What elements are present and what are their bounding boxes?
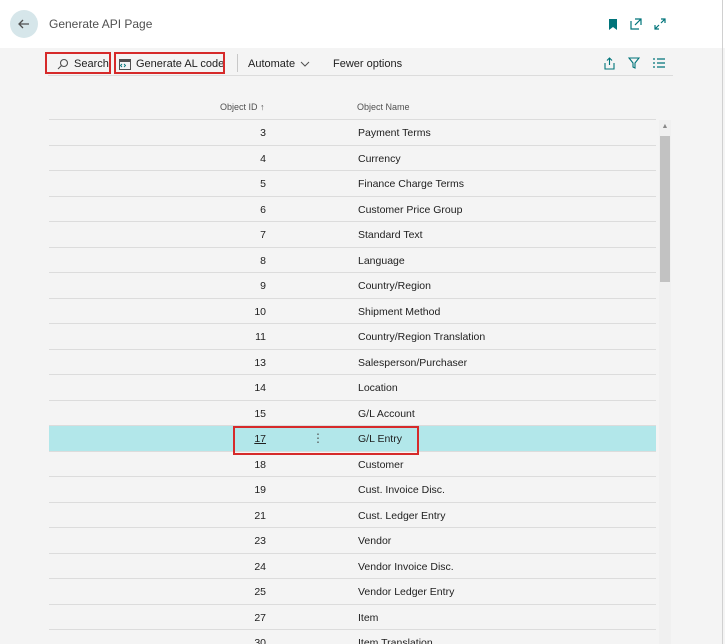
column-header-object-name[interactable]: Object Name — [357, 102, 410, 112]
object-id-cell[interactable]: 3 — [206, 127, 266, 139]
open-new-window-button[interactable] — [628, 16, 644, 32]
object-name-cell: Country/Region — [358, 280, 431, 292]
filter-button[interactable] — [626, 55, 642, 71]
object-name-cell: Cust. Invoice Disc. — [358, 484, 445, 496]
fewer-options-button[interactable]: Fewer options — [333, 53, 402, 75]
object-id-cell[interactable]: 18 — [206, 459, 266, 471]
object-id-cell[interactable]: 23 — [206, 535, 266, 547]
table-row[interactable]: 19⋮Cust. Invoice Disc. — [49, 476, 656, 502]
object-id-cell[interactable]: 15 — [206, 408, 266, 420]
bookmark-icon — [609, 18, 617, 30]
share-icon — [603, 56, 615, 70]
object-id-cell[interactable]: 24 — [206, 561, 266, 573]
action-toolbar: Search Generate AL code Automate Fewer o… — [45, 48, 673, 76]
table-row[interactable]: 14⋮Location — [49, 374, 656, 400]
object-id-cell[interactable]: 6 — [206, 204, 266, 216]
object-name-cell: Location — [358, 382, 398, 394]
automate-label: Automate — [248, 58, 296, 70]
scroll-up-arrow-icon[interactable]: ▲ — [660, 123, 670, 131]
object-id-cell[interactable]: 5 — [206, 178, 266, 190]
highlight-search — [45, 52, 111, 74]
expand-icon — [654, 18, 666, 30]
object-id-cell[interactable]: 30 — [206, 637, 266, 644]
scrollbar-thumb[interactable] — [660, 136, 670, 282]
object-name-cell: Customer Price Group — [358, 203, 463, 216]
object-id-cell[interactable]: 7 — [206, 229, 266, 241]
object-id-cell[interactable]: 4 — [206, 153, 266, 165]
object-id-cell[interactable]: 11 — [206, 331, 266, 343]
table-row[interactable]: 5⋮Finance Charge Terms — [49, 170, 656, 196]
object-id-cell[interactable]: 9 — [206, 280, 266, 292]
table-row[interactable]: 3⋮Payment Terms — [49, 119, 656, 145]
object-id-cell[interactable]: 13 — [206, 357, 266, 369]
window-edge — [722, 0, 723, 644]
table-row[interactable]: 15⋮G/L Account — [49, 399, 656, 426]
table-row[interactable]: 6⋮Customer Price Group — [49, 195, 656, 222]
table-row[interactable]: 25⋮Vendor Ledger Entry — [49, 578, 656, 604]
table-row[interactable]: 21⋮Cust. Ledger Entry — [49, 501, 656, 528]
object-id-cell[interactable]: 27 — [206, 612, 266, 624]
table-row[interactable]: 4⋮Currency — [49, 144, 656, 171]
object-name-cell: Language — [358, 254, 405, 267]
highlight-selected-row — [233, 426, 419, 455]
object-name-cell: Payment Terms — [358, 127, 431, 139]
object-name-cell: Shipment Method — [358, 305, 441, 318]
column-header-object-id[interactable]: Object ID ↑ — [220, 102, 265, 112]
object-name-cell: Vendor Invoice Disc. — [358, 560, 454, 573]
object-name-cell: Standard Text — [358, 229, 423, 241]
page-title: Generate API Page — [49, 17, 153, 31]
open-new-window-icon — [630, 18, 642, 30]
object-name-cell: Vendor — [358, 535, 392, 547]
highlight-generate — [114, 52, 225, 74]
table-row[interactable]: 10⋮Shipment Method — [49, 297, 656, 324]
expand-button[interactable] — [652, 16, 668, 32]
share-button[interactable] — [601, 55, 617, 71]
automate-menu[interactable]: Automate — [248, 53, 310, 75]
list-view-button[interactable] — [651, 55, 667, 71]
toolbar-separator — [237, 54, 238, 72]
object-list: 3⋮Payment Terms4⋮Currency5⋮Finance Charg… — [49, 119, 656, 644]
table-row[interactable]: 11⋮Country/Region Translation — [49, 323, 656, 349]
object-name-cell: Currency — [358, 152, 401, 165]
filter-icon — [628, 57, 640, 69]
object-id-cell[interactable]: 25 — [206, 586, 266, 598]
back-button[interactable] — [10, 10, 38, 38]
back-arrow-icon — [18, 19, 29, 29]
page-header: Generate API Page — [0, 0, 725, 48]
list-view-icon — [653, 58, 665, 68]
bookmark-button[interactable] — [605, 16, 621, 32]
object-id-cell[interactable]: 19 — [206, 484, 266, 496]
object-name-cell: Item — [358, 611, 379, 624]
object-name-cell: Finance Charge Terms — [358, 178, 465, 190]
object-name-cell: Vendor Ledger Entry — [358, 586, 455, 598]
table-row[interactable]: 23⋮Vendor — [49, 527, 656, 553]
table-row[interactable]: 9⋮Country/Region — [49, 272, 656, 298]
object-name-cell: Customer — [358, 458, 404, 471]
table-row[interactable]: 30⋮Item Translation — [49, 629, 656, 644]
object-name-cell: G/L Account — [358, 407, 415, 420]
object-id-cell[interactable]: 21 — [206, 510, 266, 522]
table-row[interactable]: 7⋮Standard Text — [49, 221, 656, 247]
chevron-down-icon — [300, 61, 310, 67]
object-id-cell[interactable]: 8 — [206, 255, 266, 267]
table-row[interactable]: 24⋮Vendor Invoice Disc. — [49, 552, 656, 579]
object-id-cell[interactable]: 10 — [206, 306, 266, 318]
object-id-cell[interactable]: 14 — [206, 382, 266, 394]
table-row[interactable]: 13⋮Salesperson/Purchaser — [49, 348, 656, 375]
object-name-cell: Cust. Ledger Entry — [358, 509, 446, 522]
fewer-options-label: Fewer options — [333, 58, 403, 70]
table-row[interactable]: 8⋮Language — [49, 246, 656, 273]
object-name-cell: Country/Region Translation — [358, 331, 486, 343]
object-name-cell: Item Translation — [358, 637, 433, 644]
table-row[interactable]: 27⋮Item — [49, 603, 656, 630]
object-name-cell: Salesperson/Purchaser — [358, 356, 468, 369]
